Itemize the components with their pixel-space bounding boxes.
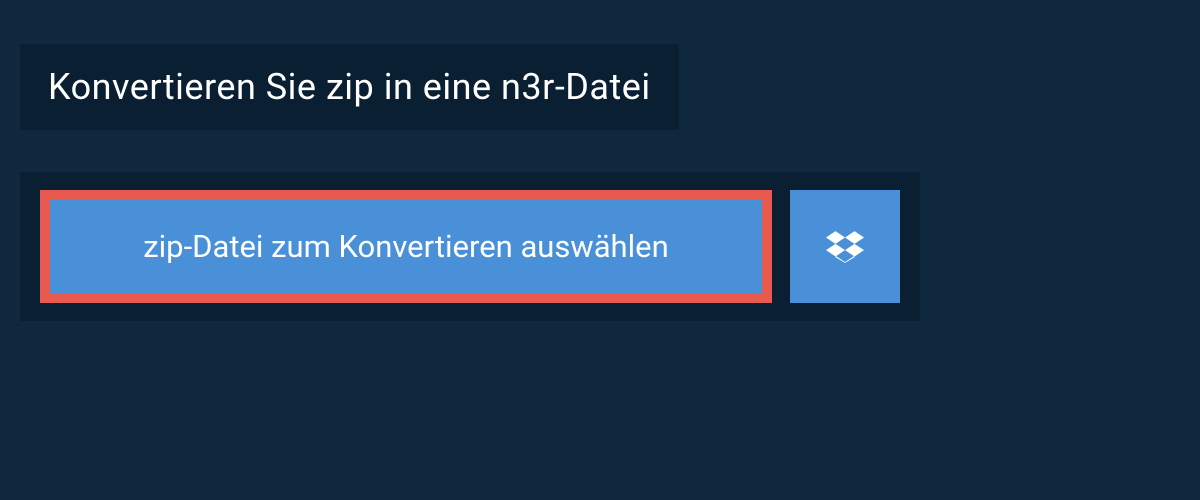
select-file-button[interactable]: zip-Datei zum Konvertieren auswählen bbox=[40, 190, 772, 303]
dropbox-icon bbox=[826, 228, 864, 266]
header-bar: Konvertieren Sie zip in eine n3r-Datei bbox=[20, 44, 679, 130]
page-title: Konvertieren Sie zip in eine n3r-Datei bbox=[48, 66, 651, 108]
select-file-label: zip-Datei zum Konvertieren auswählen bbox=[143, 228, 668, 265]
upload-section: zip-Datei zum Konvertieren auswählen bbox=[20, 172, 920, 321]
dropbox-button[interactable] bbox=[790, 190, 900, 303]
